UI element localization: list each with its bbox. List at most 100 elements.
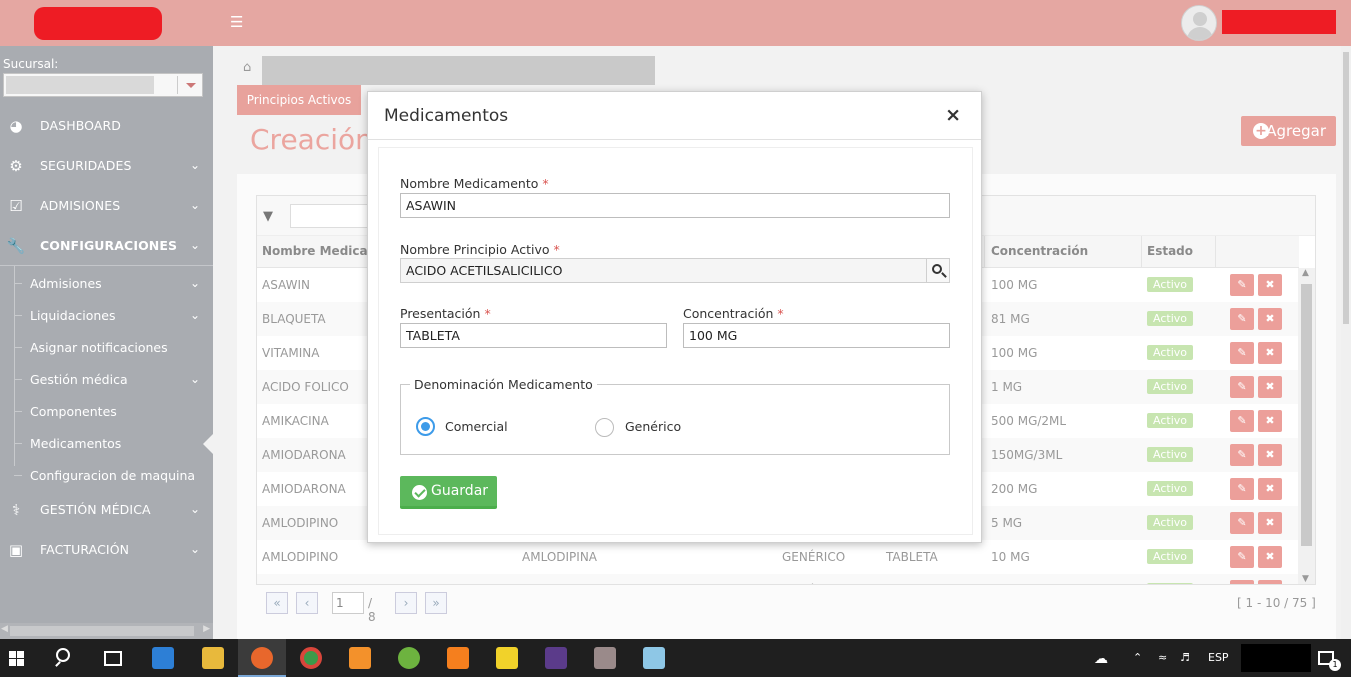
notification-badge: 1 bbox=[1329, 659, 1341, 671]
volume-icon[interactable]: ♬ bbox=[1180, 651, 1190, 664]
search-icon[interactable] bbox=[926, 258, 950, 283]
clock-redacted[interactable] bbox=[1241, 644, 1311, 672]
radio-comercial-label[interactable]: Comercial bbox=[445, 419, 508, 434]
sub-item-admisiones[interactable]: Admisiones ⌄ bbox=[0, 268, 213, 300]
first-page-button[interactable]: « bbox=[266, 592, 288, 614]
app-icon[interactable] bbox=[643, 647, 665, 669]
principio-activo-input[interactable]: ACIDO ACETILSALICILICO bbox=[400, 258, 927, 283]
prev-page-button[interactable]: ‹ bbox=[296, 592, 318, 614]
xampp-icon[interactable] bbox=[447, 647, 469, 669]
chrome-icon[interactable] bbox=[300, 647, 322, 669]
wifi-icon[interactable]: ≈ bbox=[1158, 651, 1167, 664]
dashboard-icon: ◕ bbox=[9, 117, 23, 135]
sublime-icon[interactable] bbox=[349, 647, 371, 669]
table-row[interactable]: AMLODIPINO AMLODIPINA GENÉRICO TABLETA 10 MG… bbox=[257, 540, 1299, 574]
store-icon[interactable] bbox=[152, 647, 174, 669]
delete-icon[interactable]: ✖ bbox=[1258, 512, 1282, 534]
sucursal-select[interactable] bbox=[3, 73, 203, 97]
windows-start-icon[interactable] bbox=[9, 651, 25, 667]
user-name-redacted[interactable] bbox=[1222, 10, 1336, 34]
filter-icon[interactable]: ▼ bbox=[263, 209, 273, 224]
presentacion-label: Presentación * bbox=[400, 306, 491, 321]
cell-tipo: GENÉRICO bbox=[782, 584, 845, 585]
chevron-down-icon: ⌄ bbox=[189, 502, 200, 516]
edit-icon[interactable]: ✎ bbox=[1230, 342, 1254, 364]
wrench-icon: 🔧 bbox=[6, 237, 26, 255]
nav-seguridades[interactable]: ⚙ SEGURIDADES ⌄ bbox=[0, 146, 213, 186]
edit-icon[interactable]: ✎ bbox=[1230, 546, 1254, 568]
edit-icon[interactable]: ✎ bbox=[1230, 478, 1254, 500]
sub-item-medicamentos[interactable]: Medicamentos bbox=[0, 428, 213, 460]
last-page-button[interactable]: » bbox=[425, 592, 447, 614]
close-icon[interactable]: × bbox=[945, 104, 961, 126]
delete-icon[interactable]: ✖ bbox=[1258, 308, 1282, 330]
nav-gestion-medica[interactable]: ⚕ GESTIÓN MÉDICA ⌄ bbox=[0, 490, 213, 530]
concentracion-input[interactable]: 100 MG bbox=[683, 323, 950, 348]
delete-icon[interactable]: ✖ bbox=[1258, 376, 1282, 398]
edit-icon[interactable]: ✎ bbox=[1230, 376, 1254, 398]
language-indicator[interactable]: ESP bbox=[1208, 651, 1229, 664]
delete-icon[interactable]: ✖ bbox=[1258, 580, 1282, 584]
nombre-label: Nombre Medicamento * bbox=[400, 176, 549, 191]
menu-toggle-icon[interactable]: ☰ bbox=[230, 13, 244, 31]
ide-icon[interactable] bbox=[545, 647, 567, 669]
cloud-icon[interactable]: ☁ bbox=[1094, 651, 1108, 667]
radio-generico-label[interactable]: Genérico bbox=[625, 419, 681, 434]
tab-principios-activos[interactable]: Principios Activos bbox=[237, 85, 361, 115]
col-estado[interactable]: Estado bbox=[1147, 244, 1193, 258]
nombre-medicamento-input[interactable]: ASAWIN bbox=[400, 193, 950, 218]
cell-concentracion: 50 MG bbox=[991, 584, 1030, 585]
radio-comercial[interactable] bbox=[416, 417, 435, 436]
sub-item-asignar-notificaciones[interactable]: Asignar notificaciones bbox=[0, 332, 213, 364]
sub-item-liquidaciones[interactable]: Liquidaciones ⌄ bbox=[0, 300, 213, 332]
spring-icon[interactable] bbox=[398, 647, 420, 669]
table-row[interactable]: ATENOLOL ATENOLOL GENÉRICO TABLETA 50 MG Acti… bbox=[257, 574, 1299, 585]
radio-generico[interactable] bbox=[595, 418, 614, 437]
delete-icon[interactable]: ✖ bbox=[1258, 274, 1282, 296]
delete-icon[interactable]: ✖ bbox=[1258, 478, 1282, 500]
edit-icon[interactable]: ✎ bbox=[1230, 308, 1254, 330]
database-icon[interactable] bbox=[594, 647, 616, 669]
delete-icon[interactable]: ✖ bbox=[1258, 444, 1282, 466]
file-explorer-icon[interactable] bbox=[202, 647, 224, 669]
status-badge: Activo bbox=[1147, 515, 1193, 530]
col-nombre[interactable]: Nombre Medicam bbox=[262, 244, 380, 258]
col-concentracion[interactable]: Concentración bbox=[991, 244, 1088, 258]
nav-facturacion[interactable]: ▣ FACTURACIÓN ⌄ bbox=[0, 530, 213, 570]
nav-label: DASHBOARD bbox=[40, 118, 122, 133]
delete-icon[interactable]: ✖ bbox=[1258, 342, 1282, 364]
sub-item-componentes[interactable]: Componentes bbox=[0, 396, 213, 428]
grid-scrollbar[interactable]: ▲ ▼ bbox=[1298, 268, 1315, 584]
edit-icon[interactable]: ✎ bbox=[1230, 580, 1254, 584]
sub-item-gestion-medica[interactable]: Gestión médica ⌄ bbox=[0, 364, 213, 396]
chevron-down-icon: ⌄ bbox=[189, 198, 200, 212]
next-page-button[interactable]: › bbox=[395, 592, 417, 614]
sub-item-configuracion-maquina[interactable]: Configuracion de maquina bbox=[0, 460, 213, 492]
page-input[interactable]: 1 bbox=[332, 592, 364, 614]
search-icon[interactable] bbox=[56, 648, 70, 662]
add-button[interactable]: + Agregar bbox=[1241, 116, 1336, 146]
delete-icon[interactable]: ✖ bbox=[1258, 410, 1282, 432]
sticky-notes-icon[interactable] bbox=[496, 647, 518, 669]
nav-dashboard[interactable]: ◕ DASHBOARD bbox=[0, 106, 213, 146]
user-avatar[interactable] bbox=[1181, 5, 1217, 41]
edit-icon[interactable]: ✎ bbox=[1230, 512, 1254, 534]
edit-icon[interactable]: ✎ bbox=[1230, 274, 1254, 296]
cell-concentracion: 100 MG bbox=[991, 278, 1038, 292]
page-scrollbar[interactable] bbox=[1341, 46, 1351, 639]
presentacion-input[interactable]: TABLETA bbox=[400, 323, 667, 348]
firefox-icon[interactable] bbox=[251, 647, 273, 669]
breadcrumb bbox=[262, 56, 655, 85]
edit-icon[interactable]: ✎ bbox=[1230, 410, 1254, 432]
delete-icon[interactable]: ✖ bbox=[1258, 546, 1282, 568]
save-button[interactable]: Guardar bbox=[400, 476, 497, 509]
task-view-icon[interactable] bbox=[104, 651, 122, 666]
sidebar-scrollbar[interactable]: ◀ ▶ bbox=[0, 623, 213, 639]
edit-icon[interactable]: ✎ bbox=[1230, 444, 1254, 466]
home-icon[interactable]: ⌂ bbox=[243, 60, 251, 75]
nav-admisiones[interactable]: ☑ ADMISIONES ⌄ bbox=[0, 186, 213, 226]
nav-configuraciones[interactable]: 🔧 CONFIGURACIONES ⌄ bbox=[0, 226, 213, 266]
chevron-up-icon[interactable]: ⌃ bbox=[1133, 651, 1142, 664]
modal-title: Medicamentos bbox=[384, 106, 509, 126]
cell-concentracion: 5 MG bbox=[991, 516, 1023, 530]
